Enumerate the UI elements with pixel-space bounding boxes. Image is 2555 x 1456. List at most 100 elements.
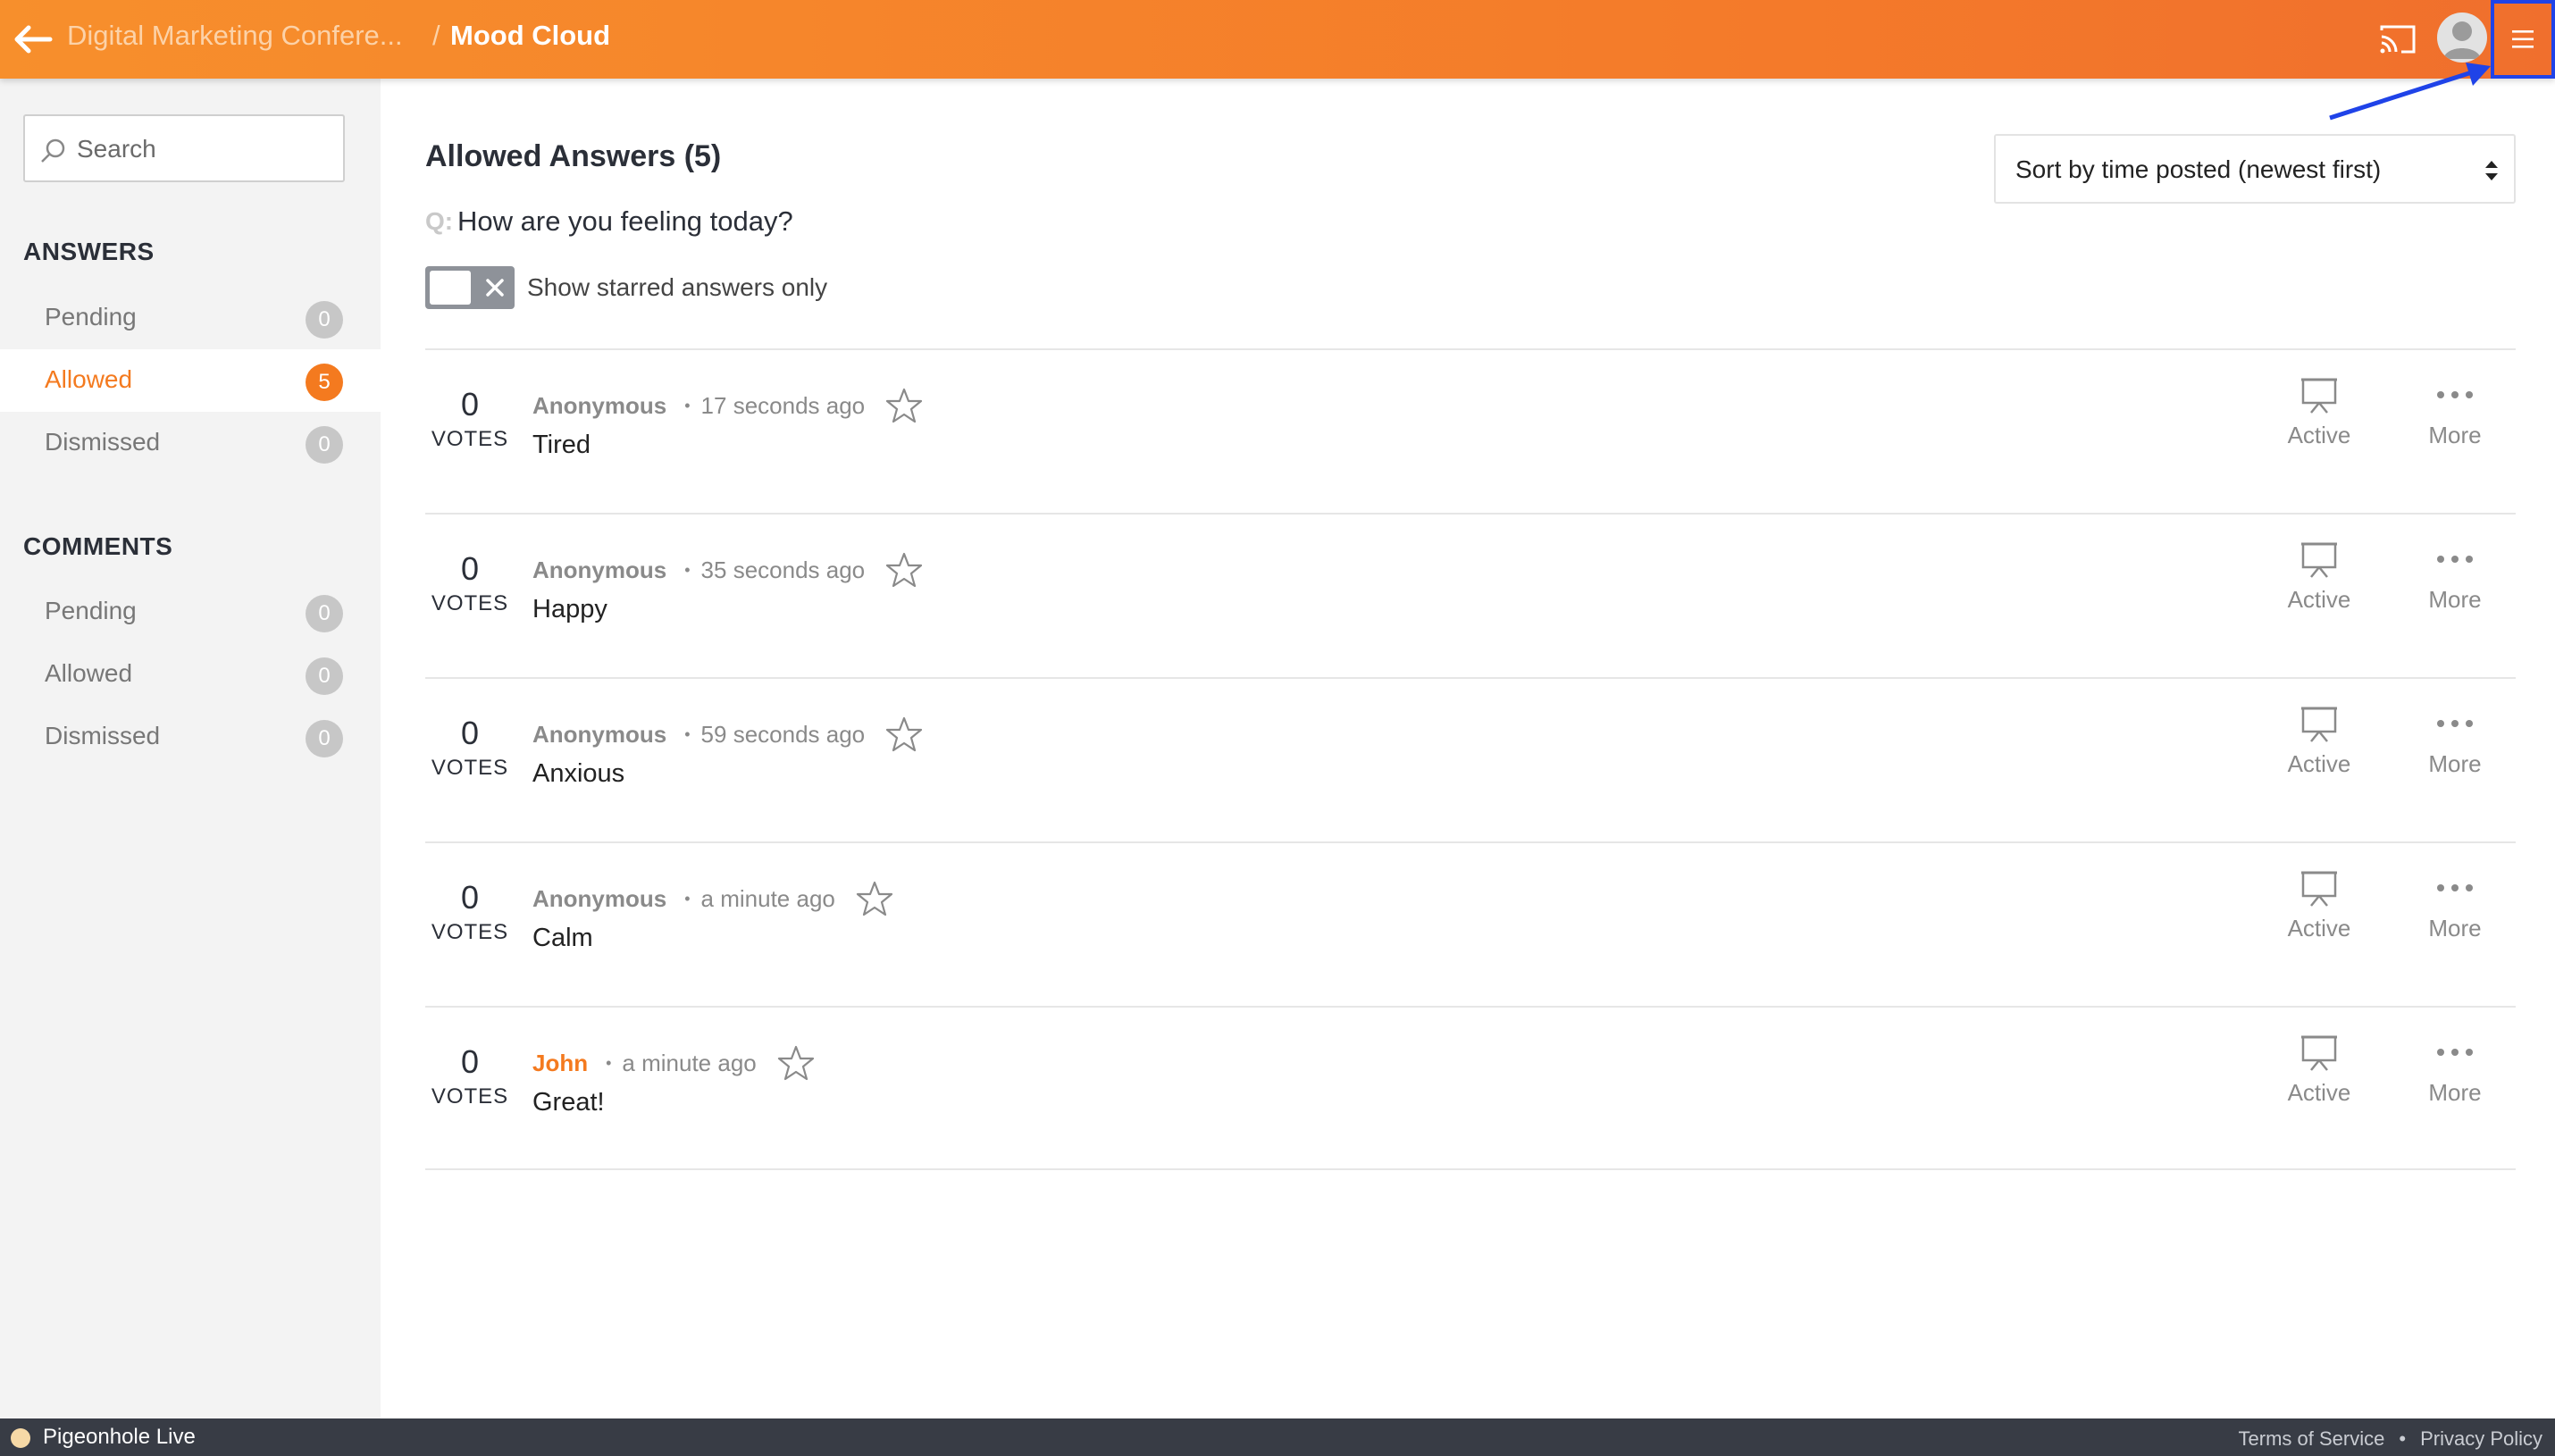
- annotation-arrow: [2329, 63, 2491, 121]
- sidebar-item-comments-dismissed[interactable]: Dismissed 0: [0, 706, 381, 768]
- footer-brand: Pigeonhole Live: [43, 1425, 196, 1449]
- presentation-screen-icon: [2301, 542, 2337, 578]
- star-icon[interactable]: [884, 386, 924, 425]
- search-box[interactable]: [23, 114, 345, 182]
- more-button[interactable]: More: [2401, 704, 2509, 802]
- present-active-button[interactable]: Active: [2266, 704, 2373, 802]
- sidebar-item-answers-allowed[interactable]: Allowed 5: [0, 349, 381, 412]
- active-label: Active: [2287, 750, 2351, 777]
- active-label: Active: [2287, 422, 2351, 448]
- more-dots-icon: [2437, 1049, 2473, 1056]
- presentation-screen-icon: [2301, 1035, 2337, 1071]
- top-bar: Digital Marketing Confere... / Mood Clou…: [0, 0, 2555, 79]
- sidebar: ANSWERS Pending 0 Allowed 5 Dismissed 0 …: [0, 79, 381, 1418]
- answer-meta: Anonymous • 59 seconds ago: [532, 715, 924, 754]
- vote-count: 0: [460, 550, 480, 587]
- more-button[interactable]: More: [2401, 868, 2509, 966]
- answer-author: Anonymous: [532, 391, 667, 419]
- breadcrumb-event-link[interactable]: Digital Marketing Confere...: [67, 20, 403, 52]
- toggle-label: Show starred answers only: [527, 273, 828, 301]
- meta-separator: •: [684, 396, 691, 414]
- sidebar-item-label: Dismissed: [45, 722, 161, 749]
- answer-meta: John • a minute ago: [532, 1043, 816, 1083]
- footer-links: Terms of Service • Privacy Policy: [2239, 1427, 2542, 1451]
- star-icon[interactable]: [855, 879, 894, 918]
- vote-count: 0: [460, 715, 480, 751]
- footer: Pigeonhole Live Terms of Service • Priva…: [0, 1418, 2555, 1456]
- main-content: Allowed Answers (5) Q: How are you feeli…: [381, 79, 2555, 1418]
- present-active-button[interactable]: Active: [2266, 375, 2373, 473]
- count-badge: 0: [306, 595, 343, 632]
- sort-dropdown[interactable]: Sort by time posted (newest first): [1994, 134, 2516, 204]
- meta-separator: •: [684, 560, 691, 579]
- answer-time: 17 seconds ago: [700, 391, 866, 419]
- answer-text: Happy: [532, 595, 607, 623]
- close-icon: [486, 279, 504, 297]
- more-label: More: [2428, 750, 2482, 777]
- answer-row: 0 VOTES Anonymous • a minute ago Calm Ac…: [425, 841, 2516, 1006]
- vote-count: 0: [460, 879, 480, 916]
- footer-separator: •: [2399, 1427, 2407, 1450]
- answer-list: 0 VOTES Anonymous • 17 seconds ago Tired…: [425, 348, 2516, 1170]
- votes-label: VOTES: [431, 591, 509, 615]
- more-dots-icon: [2437, 391, 2473, 398]
- page-breadcrumb-current: Mood Cloud: [450, 20, 611, 51]
- count-badge: 0: [306, 426, 343, 464]
- answer-author: Anonymous: [532, 556, 667, 583]
- presentation-screen-icon: [2301, 871, 2337, 907]
- present-active-button[interactable]: Active: [2266, 868, 2373, 966]
- answer-time: a minute ago: [622, 1049, 757, 1076]
- votes-label: VOTES: [431, 1084, 509, 1109]
- breadcrumb-separator: /: [432, 20, 440, 51]
- answer-text: Anxious: [532, 759, 625, 788]
- sidebar-item-comments-allowed[interactable]: Allowed 0: [0, 643, 381, 706]
- sidebar-item-comments-pending[interactable]: Pending 0: [0, 581, 381, 643]
- meta-separator: •: [606, 1053, 612, 1072]
- more-button[interactable]: More: [2401, 540, 2509, 638]
- starred-only-toggle[interactable]: [425, 266, 515, 309]
- toggle-knob: [430, 271, 471, 305]
- present-active-button[interactable]: Active: [2266, 1033, 2373, 1131]
- meta-separator: •: [684, 889, 691, 908]
- sidebar-item-label: Pending: [45, 303, 137, 331]
- more-button[interactable]: More: [2401, 375, 2509, 473]
- sidebar-item-label: Allowed: [45, 365, 133, 393]
- sidebar-item-answers-pending[interactable]: Pending 0: [0, 287, 381, 349]
- star-icon[interactable]: [776, 1043, 816, 1083]
- active-label: Active: [2287, 586, 2351, 613]
- answer-row: 0 VOTES John • a minute ago Great! Activ…: [425, 1006, 2516, 1170]
- more-label: More: [2428, 586, 2482, 613]
- answer-row: 0 VOTES Anonymous • 17 seconds ago Tired…: [425, 348, 2516, 513]
- sidebar-item-answers-dismissed[interactable]: Dismissed 0: [0, 412, 381, 474]
- answer-author[interactable]: John: [532, 1050, 588, 1077]
- sort-selected-value: Sort by time posted (newest first): [2015, 155, 2382, 183]
- answer-author: Anonymous: [532, 720, 667, 748]
- search-input[interactable]: [77, 130, 336, 168]
- more-dots-icon: [2437, 556, 2473, 563]
- sidebar-item-label: Allowed: [45, 659, 133, 687]
- more-button[interactable]: More: [2401, 1033, 2509, 1131]
- active-label: Active: [2287, 1079, 2351, 1106]
- answer-meta: Anonymous • a minute ago: [532, 879, 894, 918]
- more-label: More: [2428, 915, 2482, 941]
- question-text: How are you feeling today?: [457, 205, 793, 237]
- privacy-link[interactable]: Privacy Policy: [2420, 1427, 2542, 1451]
- votes-label: VOTES: [431, 427, 509, 451]
- comments-section-title: COMMENTS: [23, 532, 173, 560]
- sort-arrows-icon: [2485, 161, 2498, 180]
- answer-time: 35 seconds ago: [700, 556, 866, 583]
- active-label: Active: [2287, 915, 2351, 941]
- count-badge: 0: [306, 720, 343, 757]
- terms-link[interactable]: Terms of Service: [2239, 1427, 2385, 1451]
- present-active-button[interactable]: Active: [2266, 540, 2373, 638]
- answer-meta: Anonymous • 17 seconds ago: [532, 386, 924, 425]
- star-icon[interactable]: [884, 715, 924, 754]
- sidebar-item-label: Pending: [45, 597, 137, 624]
- star-icon[interactable]: [884, 550, 924, 590]
- back-arrow-icon[interactable]: [9, 16, 55, 63]
- answer-row: 0 VOTES Anonymous • 59 seconds ago Anxio…: [425, 677, 2516, 841]
- meta-separator: •: [684, 724, 691, 743]
- search-icon: [41, 138, 65, 163]
- answer-time: a minute ago: [700, 884, 835, 912]
- more-dots-icon: [2437, 720, 2473, 727]
